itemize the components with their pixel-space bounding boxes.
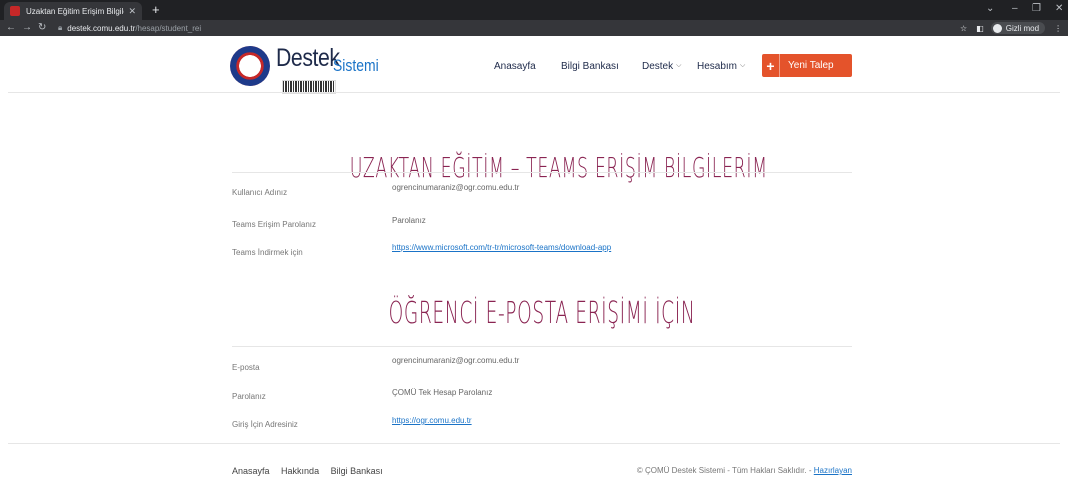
row-label: Parolanız — [232, 392, 266, 401]
bookmark-star-icon[interactable]: ☆ — [960, 24, 967, 33]
url-host: destek.comu.edu.tr — [67, 23, 136, 33]
email-section-title: ÖĞRENCİ E-POSTA ERİŞİMİ İÇİN — [388, 296, 696, 331]
browser-address-bar: ← → ↻ 🔒︎ destek.comu.edu.tr /hesap/stude… — [0, 20, 1068, 36]
footer-divider — [8, 443, 1060, 444]
row-label: Teams Erişim Parolanız — [232, 220, 317, 229]
header-divider — [8, 92, 1060, 93]
prepared-by-link[interactable]: Hazırlayan — [814, 466, 852, 475]
copyright-text: © ÇOMÜ Destek Sistemi - Tüm Hakları Sakl… — [636, 466, 812, 475]
url-field[interactable]: 🔒︎ destek.comu.edu.tr /hesap/student_rei — [58, 21, 201, 35]
footer-link-home[interactable]: Anasayfa — [232, 466, 270, 476]
url-path: /hesap/student_rei — [135, 23, 202, 33]
tab-title: Uzaktan Eğitim Erişim Bilgilerim — [26, 6, 124, 16]
footer-links: Anasayfa Hakkında Bilgi Bankası — [232, 466, 392, 476]
nav-account[interactable]: Hesabım ⌵ — [697, 56, 745, 76]
restore-icon[interactable]: ❐ — [1032, 3, 1041, 14]
close-window-icon[interactable]: ✕ — [1055, 3, 1063, 14]
browser-tab[interactable]: Uzaktan Eğitim Erişim Bilgilerim ✕ — [4, 2, 142, 20]
email-password-value: ÇOMÜ Tek Hesap Parolanız — [392, 388, 493, 397]
email-value: ogrencinumaraniz@ogr.comu.edu.tr — [392, 356, 520, 365]
incognito-badge[interactable]: Gizli mod — [990, 22, 1046, 34]
favicon-icon — [10, 6, 20, 16]
nav-home[interactable]: Anasayfa — [494, 61, 536, 72]
nav-account-label: Hesabım — [697, 60, 738, 72]
logo-subtext: Sistemi — [333, 56, 379, 75]
incognito-icon — [992, 23, 1002, 33]
footer-link-about[interactable]: Hakkında — [281, 466, 319, 476]
chevron-down-icon: ⌵ — [676, 62, 682, 69]
site-logo[interactable]: Destek Sistemi — [230, 44, 390, 96]
nav-support-label: Destek — [642, 60, 674, 72]
username-value: ogrencinumaraniz@ogr.comu.edu.tr — [392, 183, 520, 192]
teams-download-link[interactable]: https://www.microsoft.com/tr-tr/microsof… — [392, 243, 611, 252]
email-login-link[interactable]: https://ogr.comu.edu.tr — [392, 416, 472, 425]
reload-icon[interactable]: ↻ — [38, 21, 46, 35]
sidepanel-icon[interactable]: ◧ — [976, 24, 984, 33]
new-ticket-label: Yeni Talep — [788, 60, 834, 71]
browser-tabbar: Uzaktan Eğitim Erişim Bilgilerim ✕ + ⌄ –… — [0, 0, 1068, 20]
tab-search-icon[interactable]: ⌄ — [986, 3, 994, 14]
teams-section-title: UZAKTAN EĞİTİM – TEAMS ERİŞİM BİLGİLERİM — [349, 151, 768, 184]
browser-menu-icon[interactable]: ⋮ — [1054, 24, 1062, 33]
lock-icon: 🔒︎ — [58, 23, 63, 32]
section-divider — [232, 172, 852, 173]
nav-support[interactable]: Destek ⌵ — [642, 56, 681, 76]
footer-link-knowledge-base[interactable]: Bilgi Bankası — [331, 466, 383, 476]
row-label: E-posta — [232, 363, 260, 372]
minimize-icon[interactable]: – — [1012, 3, 1018, 14]
row-label: Kullanıcı Adınız — [232, 188, 288, 197]
chevron-down-icon: ⌵ — [740, 62, 746, 69]
incognito-label: Gizli mod — [1005, 23, 1040, 33]
close-tab-icon[interactable]: ✕ — [128, 6, 136, 17]
university-seal-icon — [230, 46, 270, 86]
section-divider — [232, 346, 852, 347]
new-ticket-button[interactable]: + Yeni Talep — [762, 54, 852, 77]
new-tab-icon[interactable]: + — [152, 3, 160, 17]
row-label: Giriş İçin Adresiniz — [232, 420, 298, 429]
back-icon[interactable]: ← — [6, 21, 16, 35]
nav-knowledge-base[interactable]: Bilgi Bankası — [561, 61, 619, 72]
teams-password-value: Parolanız — [392, 216, 426, 225]
main-nav: Anasayfa — [494, 56, 536, 76]
row-label: Teams İndirmek için — [232, 248, 303, 257]
plus-icon: + — [762, 54, 780, 77]
logo-text: Destek — [276, 44, 340, 72]
forward-icon[interactable]: → — [22, 21, 32, 35]
copyright: © ÇOMÜ Destek Sistemi - Tüm Hakları Sakl… — [637, 466, 852, 475]
